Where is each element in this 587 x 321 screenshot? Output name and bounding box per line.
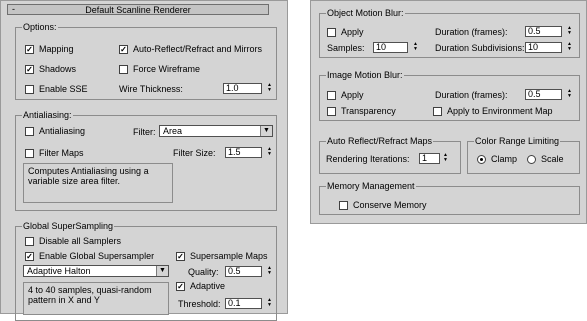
enable-sse-label: Enable SSE: [39, 84, 88, 94]
supersample-maps-label: Supersample Maps: [190, 251, 268, 261]
conserve-memory-checkbox[interactable]: [339, 201, 348, 210]
disable-all-samplers-checkbox[interactable]: [25, 237, 34, 246]
spinner-arrows-icon[interactable]: ▲ ▼: [412, 42, 419, 53]
shadows-label: Shadows: [39, 64, 77, 74]
transparency-checkbox[interactable]: [327, 107, 336, 116]
duration-subdivisions-spinner[interactable]: 10 ▲ ▼: [525, 42, 573, 53]
transparency-label: Transparency: [341, 106, 396, 116]
image-mb-apply-label: Apply: [341, 90, 364, 100]
motion-blur-panel: Object Motion Blur: Apply Duration (fram…: [310, 0, 587, 224]
sampler-description: 4 to 40 samples, quasi-random pattern in…: [23, 282, 169, 315]
force-wireframe-checkbox[interactable]: [119, 65, 128, 74]
enable-global-supersampler-label: Enable Global Supersampler: [39, 251, 155, 261]
auto-reflect-label: Auto-Reflect/Refract and Mirrors: [133, 44, 263, 54]
clamp-radio[interactable]: [477, 155, 486, 164]
quality-label: Quality:: [188, 267, 219, 277]
object-mb-duration-label: Duration (frames):: [435, 27, 508, 37]
rendering-iterations-label: Rendering Iterations:: [326, 154, 410, 164]
wire-thickness-label: Wire Thickness:: [119, 84, 183, 94]
spinner-arrows-icon[interactable]: ▲ ▼: [566, 42, 573, 53]
auto-reflect-maps-label: Auto Reflect/Refract Maps: [326, 136, 434, 146]
adaptive-checkbox[interactable]: ✓: [176, 282, 185, 291]
threshold-label: Threshold:: [178, 299, 221, 309]
filter-size-label: Filter Size:: [173, 148, 216, 158]
spinner-arrows-icon[interactable]: ▲ ▼: [266, 298, 273, 309]
spinner-arrows-icon[interactable]: ▲ ▼: [266, 83, 273, 94]
object-mb-duration-field[interactable]: 0.5: [525, 26, 562, 37]
color-range-label: Color Range Limiting: [474, 136, 561, 146]
filter-maps-checkbox[interactable]: [25, 149, 34, 158]
antialiasing-label: Antialiasing: [39, 126, 86, 136]
clamp-label: Clamp: [491, 154, 518, 164]
filter-size-field[interactable]: 1.5: [225, 147, 262, 158]
spinner-arrows-icon[interactable]: ▲ ▼: [442, 153, 449, 164]
sampler-value: Adaptive Halton: [27, 266, 91, 276]
apply-env-map-label: Apply to Environment Map: [447, 106, 553, 116]
options-group-label: Options:: [22, 22, 58, 32]
renderer-rollout-panel: - Default Scanline Renderer Options: ✓ M…: [0, 0, 288, 321]
image-mb-apply-checkbox[interactable]: [327, 91, 336, 100]
duration-subdivisions-label: Duration Subdivisions:: [435, 43, 525, 53]
mapping-label: Mapping: [39, 44, 74, 54]
force-wireframe-label: Force Wireframe: [133, 64, 201, 74]
filter-size-spinner[interactable]: 1.5 ▲ ▼: [225, 147, 273, 158]
wire-thickness-field[interactable]: 1.0: [223, 83, 262, 94]
wire-thickness-spinner[interactable]: 1.0 ▲ ▼: [223, 83, 273, 94]
threshold-spinner[interactable]: 0.1 ▲ ▼: [225, 298, 273, 309]
sampler-dropdown[interactable]: Adaptive Halton ▼: [23, 265, 169, 277]
object-mb-apply-checkbox[interactable]: [327, 28, 336, 37]
memory-management-label: Memory Management: [326, 181, 416, 191]
object-mb-duration-spinner[interactable]: 0.5 ▲ ▼: [525, 26, 573, 37]
enable-global-supersampler-checkbox[interactable]: ✓: [25, 252, 34, 261]
antialiasing-checkbox[interactable]: [25, 127, 34, 136]
rendering-iterations-spinner[interactable]: 1 ▲ ▼: [419, 153, 449, 164]
spinner-arrows-icon[interactable]: ▲ ▼: [266, 147, 273, 158]
filter-description: Computes Antialiasing using a variable s…: [23, 163, 173, 203]
filter-value: Area: [163, 126, 183, 136]
object-motion-blur-label: Object Motion Blur:: [326, 8, 405, 18]
chevron-down-icon[interactable]: ▼: [156, 266, 168, 276]
adaptive-label: Adaptive: [190, 281, 226, 291]
samples-field[interactable]: 10: [373, 42, 408, 53]
auto-reflect-checkbox[interactable]: ✓: [119, 45, 128, 54]
conserve-memory-label: Conserve Memory: [353, 200, 427, 210]
spinner-arrows-icon[interactable]: ▲ ▼: [566, 26, 573, 37]
duration-subdivisions-field[interactable]: 10: [525, 42, 562, 53]
mapping-checkbox[interactable]: ✓: [25, 45, 34, 54]
scale-label: Scale: [541, 154, 564, 164]
collapse-icon[interactable]: -: [12, 5, 15, 14]
image-mb-duration-spinner[interactable]: 0.5 ▲ ▼: [525, 89, 573, 100]
samples-spinner[interactable]: 10 ▲ ▼: [373, 42, 419, 53]
spinner-arrows-icon[interactable]: ▲ ▼: [566, 89, 573, 100]
apply-env-map-checkbox[interactable]: [433, 107, 442, 116]
disable-all-samplers-label: Disable all Samplers: [39, 236, 122, 246]
image-motion-blur-label: Image Motion Blur:: [326, 70, 404, 80]
chevron-down-icon[interactable]: ▼: [260, 126, 272, 136]
shadows-checkbox[interactable]: ✓: [25, 65, 34, 74]
enable-sse-checkbox[interactable]: [25, 85, 34, 94]
rollout-title: Default Scanline Renderer: [85, 5, 191, 15]
object-mb-apply-label: Apply: [341, 27, 364, 37]
threshold-field[interactable]: 0.1: [225, 298, 262, 309]
spinner-arrows-icon[interactable]: ▲ ▼: [266, 266, 273, 277]
rollout-header[interactable]: - Default Scanline Renderer: [7, 4, 269, 15]
image-mb-duration-label: Duration (frames):: [435, 90, 508, 100]
scale-radio[interactable]: [527, 155, 536, 164]
antialiasing-group-label: Antialiasing:: [22, 110, 73, 120]
quality-field[interactable]: 0.5: [225, 266, 262, 277]
rendering-iterations-field[interactable]: 1: [419, 153, 440, 164]
samples-label: Samples:: [327, 43, 365, 53]
filter-label: Filter:: [133, 127, 156, 137]
quality-spinner[interactable]: 0.5 ▲ ▼: [225, 266, 273, 277]
global-supersampling-label: Global SuperSampling: [22, 221, 115, 231]
filter-dropdown[interactable]: Area ▼: [159, 125, 273, 137]
filter-maps-label: Filter Maps: [39, 148, 84, 158]
supersample-maps-checkbox[interactable]: ✓: [176, 252, 185, 261]
image-mb-duration-field[interactable]: 0.5: [525, 89, 562, 100]
